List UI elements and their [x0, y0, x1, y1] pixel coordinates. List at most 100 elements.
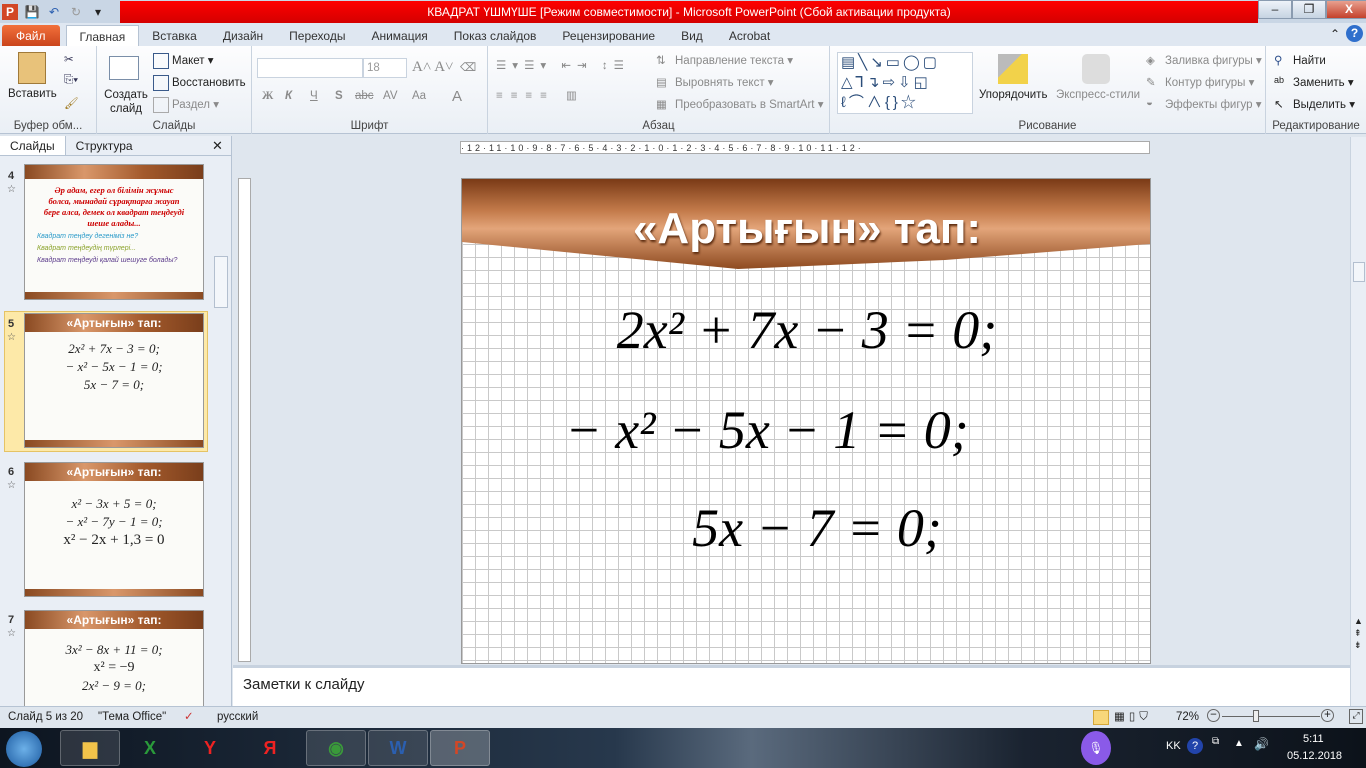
font-name-select[interactable] — [257, 58, 363, 78]
help-icon[interactable]: ? — [1346, 25, 1363, 42]
slide-canvas[interactable]: «Артығын» тап: 2x² + 7x − 3 = 0; − x² − … — [461, 178, 1151, 664]
shape-effects-button[interactable]: ◒ Эффекты фигур ▾ — [1146, 97, 1262, 113]
quick-styles-button[interactable]: Экспресс-стили — [1056, 89, 1140, 101]
taskbar-word-icon[interactable]: W — [368, 730, 428, 766]
char-spacing-button[interactable]: AV — [383, 90, 398, 102]
taskbar-chrome-icon[interactable]: ◉ — [306, 730, 366, 766]
customize-qat-icon[interactable]: ▾ — [90, 4, 106, 20]
volume-icon[interactable]: 🔊 — [1254, 737, 1269, 751]
scrollbar-thumb[interactable] — [1353, 262, 1365, 282]
slide-thumbnail-6[interactable]: «Артығын» тап: x² − 3x + 5 = 0; − x² − 7… — [24, 462, 204, 597]
tab-transitions[interactable]: Переходы — [276, 25, 358, 47]
help-tray-icon[interactable]: ? — [1187, 738, 1203, 754]
taskbar-yandex-icon[interactable]: Я — [240, 730, 300, 766]
zoom-in-icon[interactable]: + — [1321, 709, 1334, 722]
bold-button[interactable]: Ж — [262, 90, 273, 102]
slide-title[interactable]: «Артығын» тап: — [462, 204, 1150, 254]
tab-design[interactable]: Дизайн — [210, 25, 276, 47]
select-button[interactable]: ↖ Выделить ▾ — [1274, 97, 1355, 113]
redo-icon[interactable]: ↻ — [68, 4, 84, 20]
slide-thumbnail-5[interactable]: «Артығын» тап: 2x² + 7x − 3 = 0; − x² − … — [24, 313, 204, 448]
paste-button[interactable]: Вставить — [8, 88, 57, 100]
panel-close-icon[interactable]: ✕ — [212, 138, 223, 154]
tab-file[interactable]: Файл — [2, 25, 60, 47]
prev-next-slide-icons[interactable]: ▲ ⇞ ⇟ — [1354, 615, 1363, 651]
layout-button[interactable]: Макет ▾ — [153, 53, 214, 69]
start-button[interactable] — [6, 731, 42, 767]
taskbar-excel-icon[interactable]: X — [120, 730, 180, 766]
smartart-button[interactable]: ▦ Преобразовать в SmartArt ▾ — [656, 97, 823, 113]
align-text-button[interactable]: ▤ Выровнять текст ▾ — [656, 75, 774, 91]
zoom-slider-thumb[interactable] — [1252, 710, 1259, 722]
notes-pane[interactable]: Заметки к слайду — [233, 665, 1350, 706]
shape-fill-button[interactable]: ◈ Заливка фигуры ▾ — [1146, 53, 1262, 69]
underline-button[interactable]: Ч — [310, 90, 318, 102]
equation-1[interactable]: 2x² + 7x − 3 = 0; — [462, 299, 1150, 361]
grow-font-icon[interactable]: A˄ A˅ — [412, 59, 454, 76]
animation-star-icon: ☆ — [7, 184, 16, 195]
language[interactable]: русский — [217, 711, 258, 723]
input-language[interactable]: KK — [1166, 740, 1181, 752]
show-hidden-icons[interactable]: ▲ — [1234, 738, 1244, 749]
view-buttons[interactable]: ▦▯⛉ — [1114, 709, 1152, 724]
clock-date[interactable]: 05.12.2018 — [1287, 750, 1342, 762]
tab-outline[interactable]: Структура — [66, 136, 143, 155]
network-icon[interactable]: ⧉ — [1212, 736, 1219, 747]
zoom-level[interactable]: 72% — [1176, 711, 1199, 723]
zoom-slider[interactable] — [1222, 710, 1320, 722]
shapes-gallery[interactable]: ▤╲↘▭◯▢ △⅂↴⇨⇩◱ ℓ⌒∧{}☆ — [837, 52, 973, 114]
font-color-button[interactable]: A — [452, 88, 462, 105]
normal-view-icon[interactable] — [1093, 710, 1109, 725]
tab-animations[interactable]: Анимация — [358, 25, 440, 47]
slide-thumbnail-4[interactable]: Әр адам, егер ол білімін жұмыс болса, мын… — [24, 164, 204, 300]
strikethrough-button[interactable]: abc — [355, 90, 374, 102]
equation-3[interactable]: 5x − 7 = 0; — [472, 497, 1150, 559]
powerpoint-logo-icon[interactable]: P — [2, 3, 18, 20]
section-button[interactable]: Раздел ▾ — [153, 97, 219, 113]
restore-button[interactable]: ❐ — [1292, 0, 1326, 19]
shape-outline-button[interactable]: ✎ Контур фигуры ▾ — [1146, 75, 1254, 91]
panel-scrollbar[interactable] — [212, 156, 230, 706]
save-icon[interactable]: 💾 — [24, 4, 40, 20]
reset-button[interactable]: Восстановить — [153, 75, 246, 91]
undo-icon[interactable]: ↶ — [46, 4, 62, 20]
slide-thumbnail-7[interactable]: «Артығын» тап: 3x² − 8x + 11 = 0; x² = −… — [24, 610, 204, 710]
new-slide-button[interactable]: Создать слайд — [103, 88, 149, 116]
tab-insert[interactable]: Вставка — [139, 25, 210, 47]
taskbar-explorer-icon[interactable]: ▆ — [60, 730, 120, 766]
font-size-select[interactable]: 18 — [363, 58, 407, 78]
find-button[interactable]: ⚲ Найти — [1274, 53, 1326, 69]
tab-review[interactable]: Рецензирование — [549, 25, 668, 47]
clear-formatting-icon[interactable]: ⌫ — [460, 60, 476, 74]
spellcheck-icon[interactable]: ✓ — [184, 709, 194, 723]
voice-assistant-icon[interactable]: 🎙 — [1081, 731, 1111, 765]
tab-slides[interactable]: Слайды — [0, 136, 66, 155]
clock-time[interactable]: 5:11 — [1303, 733, 1324, 745]
vertical-ruler[interactable] — [238, 178, 251, 662]
arrange-button[interactable]: Упорядочить — [979, 89, 1047, 101]
tab-home[interactable]: Главная — [65, 25, 140, 47]
equation-2[interactable]: − x² − 5x − 1 = 0; — [462, 399, 1112, 461]
minimize-ribbon-icon[interactable]: ⌃ — [1330, 27, 1340, 41]
tab-view[interactable]: Вид — [668, 25, 716, 47]
vertical-scrollbar[interactable]: ▲ ⇞ ⇟ — [1350, 137, 1366, 706]
tab-slideshow[interactable]: Показ слайдов — [441, 25, 550, 47]
tab-acrobat[interactable]: Acrobat — [716, 25, 783, 47]
taskbar-yandex-browser-icon[interactable]: Y — [180, 730, 240, 766]
minimize-button[interactable]: – — [1258, 0, 1292, 19]
replace-button[interactable]: ab Заменить ▾ — [1274, 75, 1354, 91]
list-buttons[interactable]: ☰▾☰▾ ⇤⇥ ↕☰ — [496, 58, 630, 72]
format-painter-icon[interactable]: 🖌 — [64, 96, 79, 110]
change-case-button[interactable]: Aa — [412, 90, 426, 102]
copy-icon[interactable]: ⎘▾ — [64, 74, 78, 87]
italic-button[interactable]: К — [285, 90, 292, 102]
close-button[interactable]: X — [1326, 0, 1366, 19]
zoom-out-icon[interactable]: − — [1207, 709, 1220, 722]
align-buttons[interactable]: ≡≡≡≡ ▥ — [496, 88, 585, 102]
horizontal-ruler[interactable]: ·12·11·10·9·8·7·6·5·4·3·2·1·0·1·2·3·4·5·… — [460, 141, 1150, 154]
shadow-button[interactable]: S — [335, 90, 343, 102]
cut-icon[interactable]: ✂ — [64, 52, 74, 66]
fit-to-window-icon[interactable]: ⤢ — [1349, 709, 1363, 724]
text-direction-button[interactable]: ⇅ Направление текста ▾ — [656, 53, 793, 69]
taskbar-powerpoint-icon[interactable]: P — [430, 730, 490, 766]
